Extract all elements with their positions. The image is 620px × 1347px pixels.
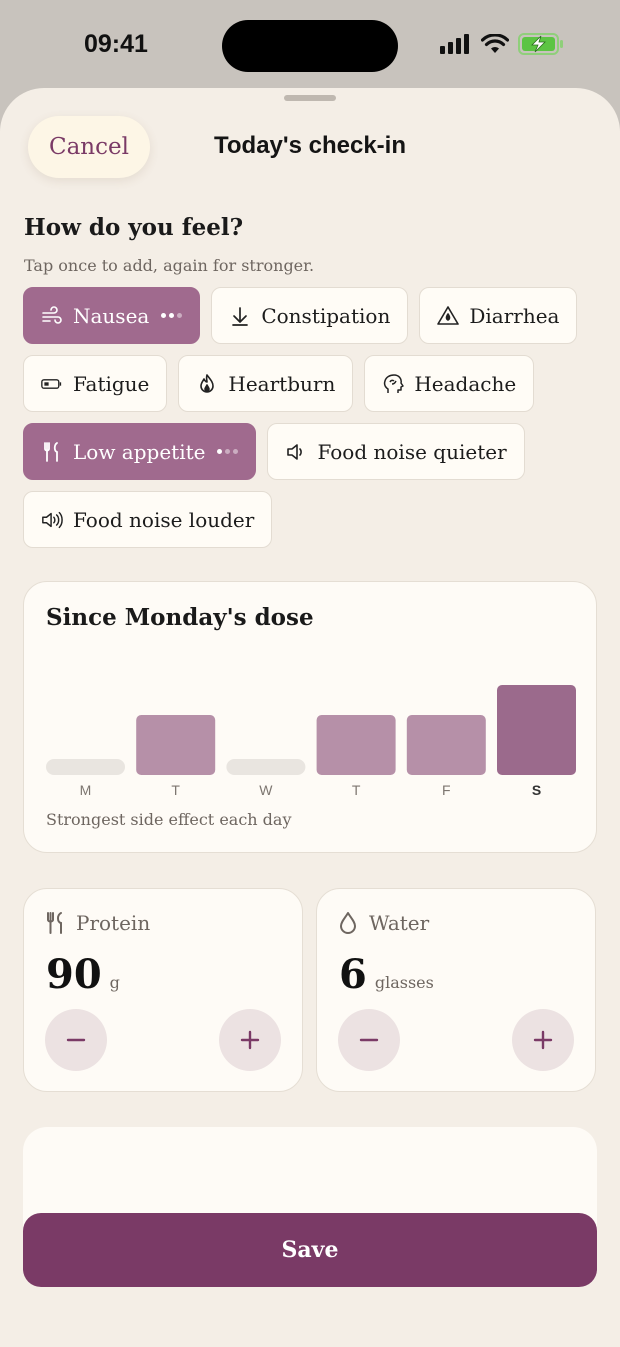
protein-decrement-button[interactable]: [45, 1009, 107, 1071]
chip-label: Nausea: [73, 303, 150, 328]
intensity-dots: [161, 313, 183, 318]
chart-bar: [226, 759, 306, 775]
protein-label: Protein: [76, 911, 151, 935]
protein-value-row: 90 g: [46, 951, 120, 998]
chip-label: Heartburn: [228, 371, 336, 396]
water-card: Water 6 glasses: [316, 888, 596, 1092]
chip-label: Low appetite: [73, 439, 206, 464]
chip-label: Diarrhea: [469, 303, 560, 328]
protein-card: Protein 90 g: [23, 888, 303, 1092]
water-increment-button[interactable]: [512, 1009, 574, 1071]
chip-label: Constipation: [261, 303, 391, 328]
status-icons: [440, 33, 564, 55]
symptom-chips: Nausea Constipation Diarrhea Fatigue Hea…: [23, 287, 603, 548]
battery-charging-icon: [518, 33, 563, 55]
status-time: 09:41: [84, 30, 148, 58]
flame-icon: [196, 373, 218, 395]
water-value: 6: [339, 951, 367, 998]
sheet-grabber[interactable]: [284, 95, 336, 101]
chart-bar: [136, 715, 216, 775]
chip-food-noise-louder[interactable]: Food noise louder: [23, 491, 273, 548]
chart-tick-label: T: [352, 782, 361, 798]
chip-low-appetite[interactable]: Low appetite: [23, 423, 257, 480]
chart-bar: [316, 715, 396, 775]
speaker-low-icon: [285, 441, 307, 463]
chart-tick-label: M: [80, 782, 92, 798]
head-icon: [382, 373, 405, 395]
chart-tick-label: S: [532, 782, 541, 798]
droplet-icon: [340, 912, 356, 934]
plus-icon: [240, 1030, 260, 1050]
sheet-title: Today's check-in: [214, 132, 406, 159]
water-unit: glasses: [374, 973, 434, 992]
chip-label: Fatigue: [73, 371, 150, 396]
chart-bar: [497, 685, 576, 775]
protein-value: 90: [46, 951, 102, 998]
chip-headache[interactable]: Headache: [364, 355, 535, 412]
dose-chart-card: Since Monday's dose MTWTFS Strongest sid…: [23, 581, 597, 853]
wifi-icon: [481, 34, 509, 53]
save-button[interactable]: Save: [23, 1213, 597, 1287]
water-label: Water: [369, 911, 430, 935]
intensity-dots: [217, 449, 239, 454]
symptoms-heading: How do you feel?: [24, 214, 244, 241]
chip-fatigue[interactable]: Fatigue: [23, 355, 168, 412]
speaker-loud-icon: [41, 509, 63, 531]
chart-bar: [406, 715, 486, 775]
dynamic-island: [222, 20, 398, 72]
low-battery-icon: [41, 373, 63, 395]
minus-icon: [66, 1038, 86, 1042]
protein-increment-button[interactable]: [219, 1009, 281, 1071]
chip-diarrhea[interactable]: Diarrhea: [419, 287, 578, 344]
chip-constipation[interactable]: Constipation: [211, 287, 409, 344]
chip-food-noise-quieter[interactable]: Food noise quieter: [267, 423, 525, 480]
plus-icon: [533, 1030, 553, 1050]
utensils-icon: [47, 912, 62, 934]
signal-icon: [440, 34, 469, 54]
utensils-icon: [41, 441, 63, 463]
water-value-row: 6 glasses: [339, 951, 434, 998]
minus-icon: [359, 1038, 379, 1042]
check-in-sheet: Cancel Today's check-in How do you feel?…: [0, 88, 620, 1347]
chip-heartburn[interactable]: Heartburn: [178, 355, 354, 412]
chart-bar: [46, 759, 125, 775]
chart-caption: Strongest side effect each day: [46, 810, 292, 829]
wind-icon: [41, 305, 63, 327]
warning-droplet-icon: [437, 305, 460, 327]
chip-label: Headache: [414, 371, 517, 396]
chart-tick-label: F: [442, 782, 451, 798]
chart-tick-label: W: [259, 782, 273, 798]
symptoms-hint: Tap once to add, again for stronger.: [24, 256, 315, 275]
chip-nausea[interactable]: Nausea: [23, 287, 201, 344]
water-label-row: Water: [339, 911, 429, 935]
chart-tick-label: T: [171, 782, 180, 798]
protein-label-row: Protein: [46, 911, 150, 935]
protein-unit: g: [109, 973, 120, 992]
water-decrement-button[interactable]: [338, 1009, 400, 1071]
status-bar: 09:41: [0, 0, 620, 92]
arrow-down-icon: [229, 305, 251, 327]
chip-label: Food noise louder: [73, 507, 255, 532]
chip-label: Food noise quieter: [317, 439, 507, 464]
